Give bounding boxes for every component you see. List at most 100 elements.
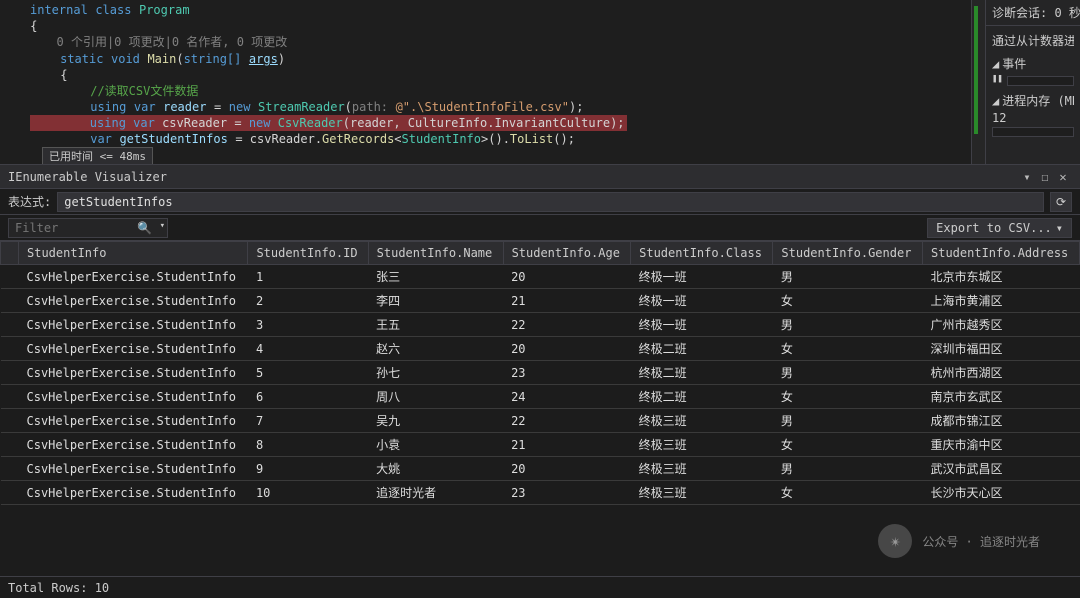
- table-cell: 大姚: [368, 457, 503, 481]
- table-cell: 23: [503, 361, 631, 385]
- table-cell: 成都市锦江区: [923, 409, 1080, 433]
- table-cell: 广州市越秀区: [923, 313, 1080, 337]
- column-header[interactable]: StudentInfo: [19, 242, 248, 265]
- table-cell: 女: [773, 337, 923, 361]
- table-cell: 周八: [368, 385, 503, 409]
- table-cell: [1, 481, 19, 505]
- table-cell: CsvHelperExercise.StudentInfo: [19, 265, 248, 289]
- table-row[interactable]: CsvHelperExercise.StudentInfo2李四21终极一班女上…: [1, 289, 1080, 313]
- maximize-icon[interactable]: ☐: [1036, 170, 1054, 184]
- column-header[interactable]: StudentInfo.Name: [368, 242, 503, 265]
- table-cell: 3: [248, 313, 368, 337]
- table-cell: 吴九: [368, 409, 503, 433]
- table-cell: 杭州市西湖区: [923, 361, 1080, 385]
- expand-icon[interactable]: ◢: [992, 94, 999, 108]
- table-cell: 22: [503, 313, 631, 337]
- keyword: internal: [30, 3, 88, 17]
- column-header[interactable]: StudentInfo.Gender: [773, 242, 923, 265]
- table-cell: 5: [248, 361, 368, 385]
- table-row[interactable]: CsvHelperExercise.StudentInfo5孙七23终极二班男杭…: [1, 361, 1080, 385]
- chevron-down-icon[interactable]: ▾: [160, 221, 165, 231]
- column-header[interactable]: StudentInfo.Age: [503, 242, 631, 265]
- table-cell: CsvHelperExercise.StudentInfo: [19, 289, 248, 313]
- table-cell: 男: [773, 265, 923, 289]
- table-cell: 终极二班: [631, 337, 773, 361]
- codelens[interactable]: 0 个引用|0 项更改|0 名作者, 0 项更改: [57, 35, 288, 49]
- table-cell: 终极三班: [631, 433, 773, 457]
- export-csv-button[interactable]: Export to CSV...▾: [927, 218, 1072, 238]
- column-header[interactable]: [1, 242, 19, 265]
- table-cell: [1, 265, 19, 289]
- table-cell: 4: [248, 337, 368, 361]
- ienumerable-visualizer: IEnumerable Visualizer ▾ ☐ ✕ 表达式: ⟳ 🔍 ▾ …: [0, 165, 1080, 598]
- table-cell: [1, 385, 19, 409]
- table-cell: 20: [503, 457, 631, 481]
- data-grid[interactable]: StudentInfoStudentInfo.IDStudentInfo.Nam…: [0, 241, 1080, 576]
- memory-value: 12: [992, 111, 1074, 125]
- events-bar: [1007, 76, 1074, 86]
- comment: //读取CSV文件数据: [90, 84, 198, 98]
- chevron-down-icon: ▾: [1056, 221, 1063, 235]
- table-cell: 男: [773, 409, 923, 433]
- highlighted-line[interactable]: using var csvReader = new CsvReader(read…: [30, 115, 627, 131]
- diagnostics-panel: 诊断会话: 0 秒 (… 通过从计数器进 ◢事件 ❚❚ ◢进程内存 (MB) 1…: [985, 0, 1080, 164]
- column-header[interactable]: StudentInfo.Class: [631, 242, 773, 265]
- table-cell: 女: [773, 385, 923, 409]
- table-cell: 21: [503, 433, 631, 457]
- code-scrollbar[interactable]: [971, 0, 985, 164]
- class-name: Program: [139, 3, 190, 17]
- perf-tip[interactable]: 已用时间 <= 48ms: [42, 147, 153, 164]
- table-row[interactable]: CsvHelperExercise.StudentInfo6周八24终极二班女南…: [1, 385, 1080, 409]
- table-row[interactable]: CsvHelperExercise.StudentInfo9大姚20终极三班男武…: [1, 457, 1080, 481]
- table-cell: [1, 409, 19, 433]
- table-row[interactable]: CsvHelperExercise.StudentInfo1张三20终极一班男北…: [1, 265, 1080, 289]
- expression-input[interactable]: [57, 192, 1044, 212]
- table-cell: 终极二班: [631, 361, 773, 385]
- table-cell: 张三: [368, 265, 503, 289]
- table-cell: 女: [773, 433, 923, 457]
- visualizer-title: IEnumerable Visualizer: [8, 170, 1018, 184]
- table-cell: 10: [248, 481, 368, 505]
- expand-icon[interactable]: ◢: [992, 57, 999, 71]
- close-icon[interactable]: ✕: [1054, 170, 1072, 184]
- table-cell: CsvHelperExercise.StudentInfo: [19, 409, 248, 433]
- table-cell: 24: [503, 385, 631, 409]
- table-cell: 小袁: [368, 433, 503, 457]
- table-cell: 终极三班: [631, 409, 773, 433]
- table-row[interactable]: CsvHelperExercise.StudentInfo8小袁21终极三班女重…: [1, 433, 1080, 457]
- table-cell: 终极三班: [631, 481, 773, 505]
- total-rows: Total Rows: 10: [8, 581, 109, 595]
- table-cell: 王五: [368, 313, 503, 337]
- table-cell: 武汉市武昌区: [923, 457, 1080, 481]
- table-cell: CsvHelperExercise.StudentInfo: [19, 481, 248, 505]
- refresh-button[interactable]: ⟳: [1050, 192, 1072, 212]
- table-cell: 赵六: [368, 337, 503, 361]
- table-cell: 终极二班: [631, 385, 773, 409]
- table-cell: CsvHelperExercise.StudentInfo: [19, 385, 248, 409]
- table-cell: 终极一班: [631, 289, 773, 313]
- table-cell: 20: [503, 337, 631, 361]
- table-cell: 6: [248, 385, 368, 409]
- table-row[interactable]: CsvHelperExercise.StudentInfo4赵六20终极二班女深…: [1, 337, 1080, 361]
- column-header[interactable]: StudentInfo.ID: [248, 242, 368, 265]
- table-cell: 男: [773, 313, 923, 337]
- table-row[interactable]: CsvHelperExercise.StudentInfo10追逐时光者23终极…: [1, 481, 1080, 505]
- table-cell: CsvHelperExercise.StudentInfo: [19, 457, 248, 481]
- table-row[interactable]: CsvHelperExercise.StudentInfo3王五22终极一班男广…: [1, 313, 1080, 337]
- table-cell: 终极一班: [631, 265, 773, 289]
- diag-session: 诊断会话: 0 秒 (…: [992, 4, 1074, 21]
- column-header[interactable]: StudentInfo.Address: [923, 242, 1080, 265]
- table-cell: 李四: [368, 289, 503, 313]
- window-options-icon[interactable]: ▾: [1018, 170, 1036, 184]
- code-editor[interactable]: internal class Program { 0 个引用|0 项更改|0 名…: [0, 0, 985, 164]
- pause-icon[interactable]: ❚❚: [992, 74, 1003, 86]
- table-cell: 女: [773, 481, 923, 505]
- table-cell: 20: [503, 265, 631, 289]
- search-icon[interactable]: 🔍: [137, 221, 152, 235]
- table-cell: [1, 457, 19, 481]
- diag-counter-hint: 通过从计数器进: [992, 32, 1074, 49]
- table-row[interactable]: CsvHelperExercise.StudentInfo7吴九22终极三班男成…: [1, 409, 1080, 433]
- table-cell: 2: [248, 289, 368, 313]
- table-cell: 长沙市天心区: [923, 481, 1080, 505]
- table-cell: 21: [503, 289, 631, 313]
